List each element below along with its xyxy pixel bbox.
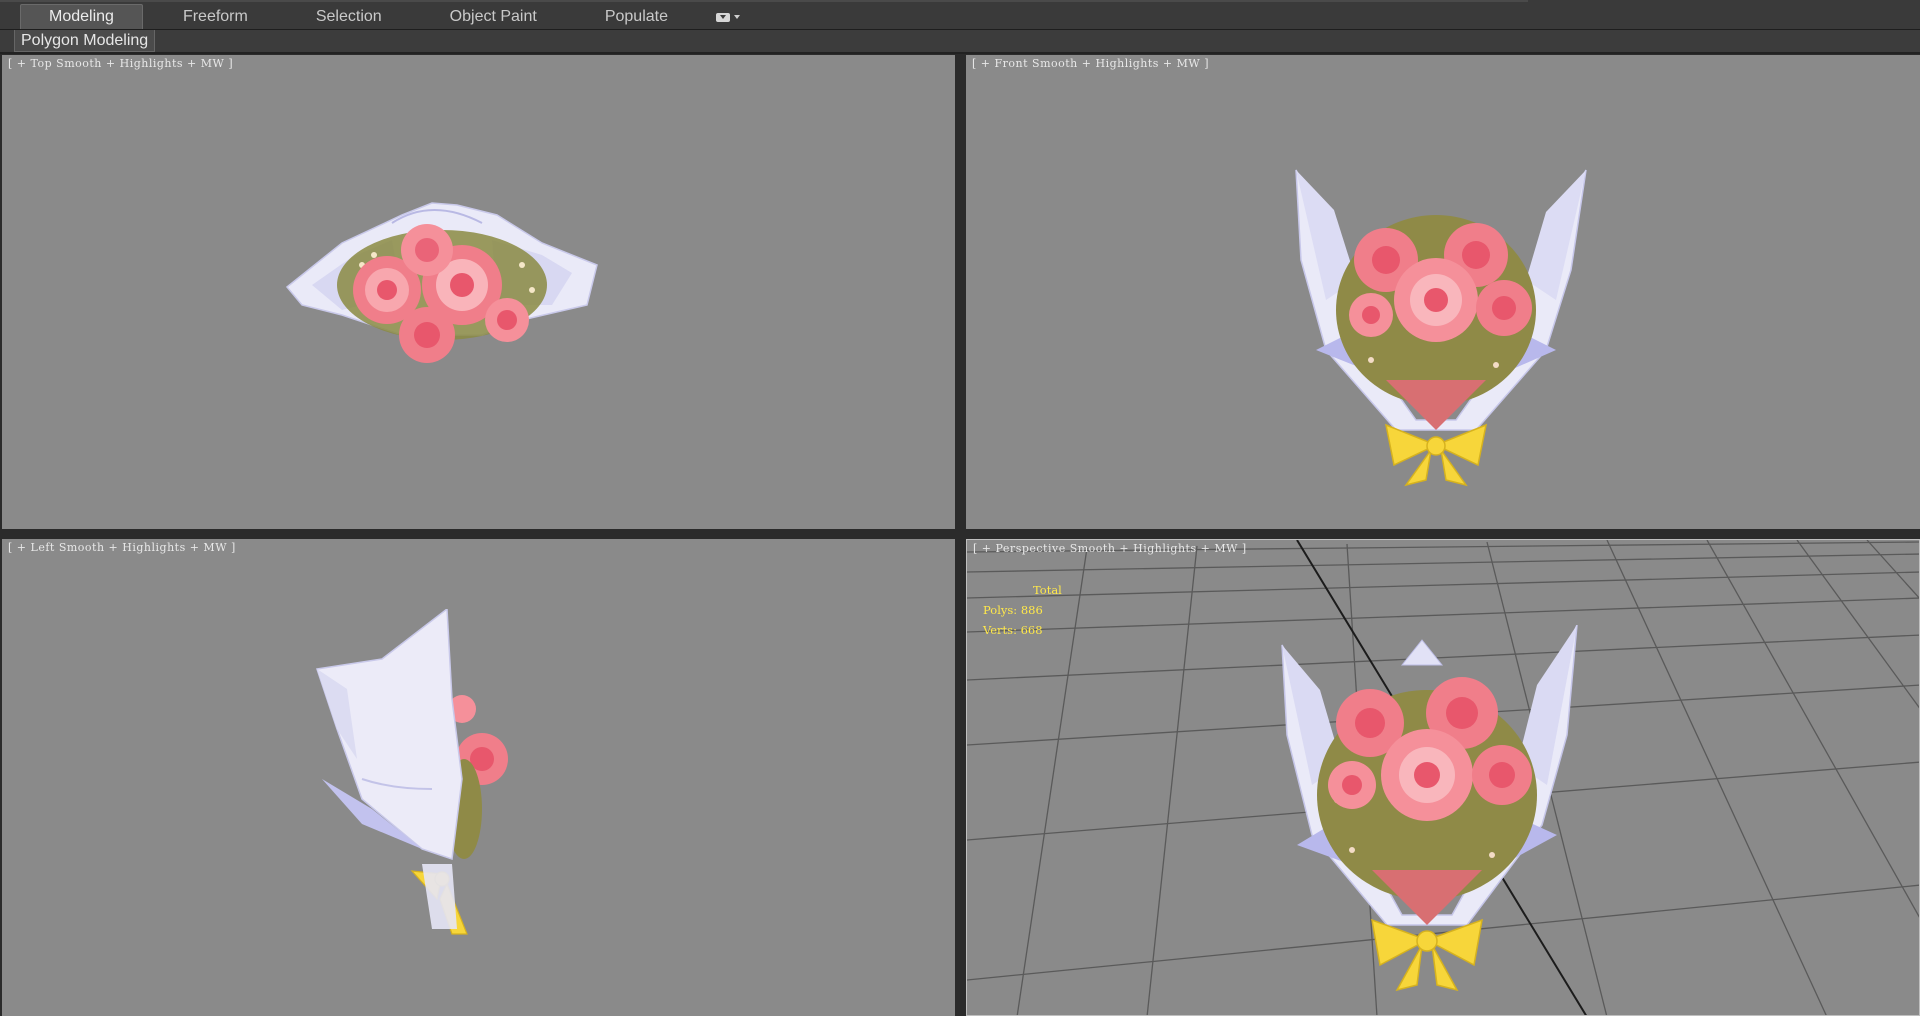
viewport-menu-plus[interactable]: + — [17, 57, 27, 70]
ribbon-bow — [1371, 918, 1483, 992]
viewport-left[interactable]: [ + Left Smooth + Highlights + MW ] — [2, 539, 955, 1016]
chevron-down-icon — [734, 15, 740, 19]
bouquet-model-perspective — [1281, 625, 1578, 992]
polygon-modeling-panel-button[interactable]: Polygon Modeling — [14, 30, 156, 52]
viewport-top[interactable]: [ + Top Smooth + Highlights + MW ] — [2, 55, 955, 529]
viewport-menu-plus[interactable]: + — [981, 57, 991, 70]
viewport-name-front[interactable]: Front — [995, 57, 1029, 70]
ribbon-panel: Polygon Modeling — [0, 30, 1920, 54]
viewport-menu-plus[interactable]: + — [982, 542, 992, 555]
stats-verts-value: 668 — [1020, 623, 1043, 637]
tab-object-paint[interactable]: Object Paint — [422, 5, 565, 29]
max-window: Modeling Freeform Selection Object Paint… — [0, 0, 1920, 1016]
stats-polys-value: 886 — [1020, 603, 1043, 617]
stats-polys-label: Polys: — [983, 603, 1018, 617]
viewport-name-perspective[interactable]: Perspective — [996, 542, 1066, 555]
ribbon-options-icon[interactable] — [708, 5, 748, 29]
bouquet-model-top — [285, 202, 598, 363]
tab-populate[interactable]: Populate — [577, 5, 696, 29]
viewport-menu-plus[interactable]: + — [17, 541, 27, 554]
viewport-shading-perspective[interactable]: Smooth + Highlights + MW — [1070, 542, 1238, 555]
ribbon-tab-bar: Modeling Freeform Selection Object Paint… — [0, 0, 1920, 30]
bouquet-model-left — [316, 609, 508, 935]
viewport-front[interactable]: [ + Front Smooth + Highlights + MW ] — [966, 55, 1920, 529]
viewport-label-perspective: [ + Perspective Smooth + Highlights + MW… — [973, 542, 1247, 555]
viewport-label-front: [ + Front Smooth + Highlights + MW ] — [972, 57, 1210, 70]
viewport-perspective[interactable]: [ + Perspective Smooth + Highlights + MW… — [966, 539, 1920, 1016]
viewport-label-top: [ + Top Smooth + Highlights + MW ] — [8, 57, 234, 70]
tab-freeform[interactable]: Freeform — [155, 5, 276, 29]
viewport-label-left: [ + Left Smooth + Highlights + MW ] — [8, 541, 236, 554]
viewport-shading-left[interactable]: Smooth + Highlights + MW — [59, 541, 227, 554]
bouquet-model-front — [1295, 169, 1587, 487]
stats-verts-label: Verts: — [983, 623, 1017, 637]
stats-total-label: Total — [1033, 583, 1062, 597]
viewport-name-top[interactable]: Top — [31, 57, 53, 70]
viewport-shading-top[interactable]: Smooth + Highlights + MW — [56, 57, 224, 70]
viewport-shading-front[interactable]: Smooth + Highlights + MW — [1032, 57, 1200, 70]
viewport-statistics: Total Polys: 886 Verts: 668 — [983, 580, 1062, 640]
ribbon-bow — [1384, 423, 1488, 487]
viewport-name-left[interactable]: Left — [31, 541, 55, 554]
tab-selection[interactable]: Selection — [288, 5, 410, 29]
tab-modeling[interactable]: Modeling — [20, 4, 143, 29]
